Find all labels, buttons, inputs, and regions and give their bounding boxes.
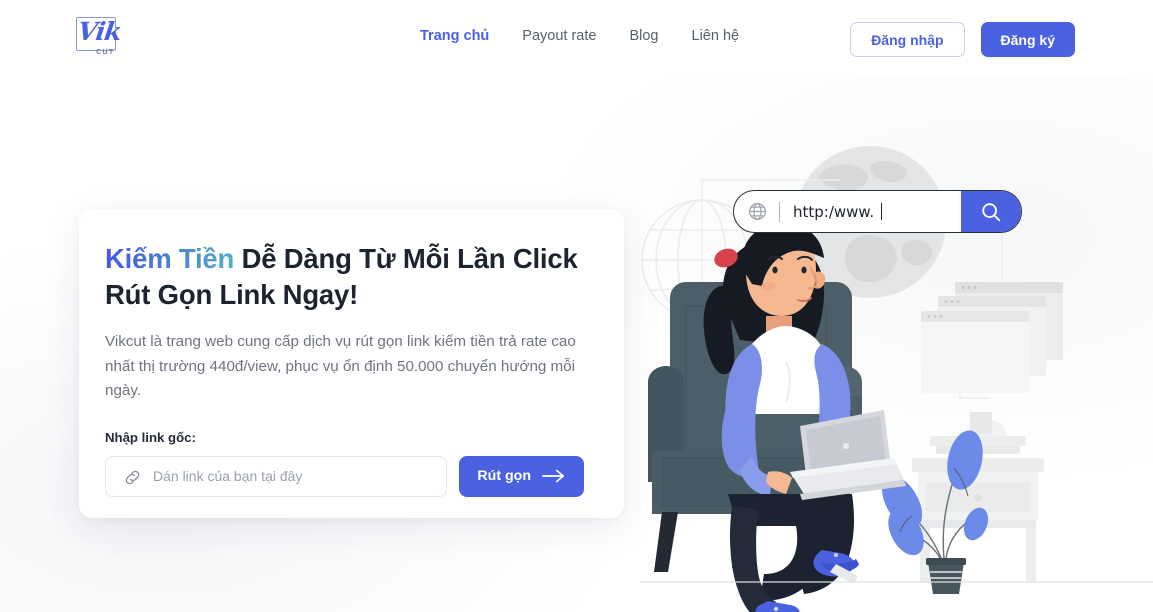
arrow-right-icon <box>542 469 565 483</box>
hero-card: Kiếm Tiền Dễ Dàng Từ Mỗi Lần Click Rút G… <box>79 209 624 518</box>
link-input-label: Nhập link gốc: <box>105 429 196 445</box>
shorten-form: Rút gọn <box>105 455 584 497</box>
text-caret <box>881 202 883 220</box>
hero-heading-accent: Kiếm Tiền <box>105 243 235 274</box>
globe-icon <box>749 203 766 220</box>
logo-text: Vik <box>75 17 123 46</box>
logo-subtext: CUT <box>96 49 115 56</box>
login-button[interactable]: Đăng nhập <box>850 22 965 57</box>
illustration-url-text: http:/www. <box>793 202 883 221</box>
nav-item-lien-he[interactable]: Liên hệ <box>692 28 740 44</box>
hero-heading-line2: Rút Gọn Link Ngay! <box>105 279 359 310</box>
nav-item-payout-rate[interactable]: Payout rate <box>522 28 596 44</box>
illustration-search-button[interactable] <box>961 191 1021 232</box>
link-input[interactable] <box>106 456 447 496</box>
chain-link-icon <box>125 470 140 484</box>
nav-item-blog[interactable]: Blog <box>629 28 658 44</box>
page-title: Kiếm Tiền Dễ Dàng Từ Mỗi Lần Click Rút G… <box>105 241 584 313</box>
hero-heading-rest: Dễ Dàng Từ Mỗi Lần Click <box>234 243 578 274</box>
site-header: Vik CUT Trang chủ Payout rate Blog Liên … <box>0 0 1153 78</box>
main-nav: Trang chủ Payout rate Blog Liên hệ <box>420 28 739 44</box>
illustration-search-bar: http:/www. <box>733 190 1022 233</box>
logo[interactable]: Vik CUT <box>74 13 130 59</box>
browser-windows-stack <box>921 282 1063 393</box>
hero-description: Vikcut là trang web cung cấp dịch vụ rút… <box>105 333 576 399</box>
register-button[interactable]: Đăng ký <box>980 22 1075 57</box>
link-input-wrapper[interactable] <box>105 455 448 497</box>
shorten-button[interactable]: Rút gọn <box>459 455 584 497</box>
nav-item-trang-chu[interactable]: Trang chủ <box>420 28 489 44</box>
magnifier-icon <box>982 202 1001 221</box>
shorten-button-label: Rút gọn <box>477 468 531 484</box>
page-root: Vik CUT Trang chủ Payout rate Blog Liên … <box>0 0 1153 612</box>
search-divider <box>779 201 780 222</box>
auth-actions: Đăng nhập Đăng ký <box>850 22 1075 57</box>
